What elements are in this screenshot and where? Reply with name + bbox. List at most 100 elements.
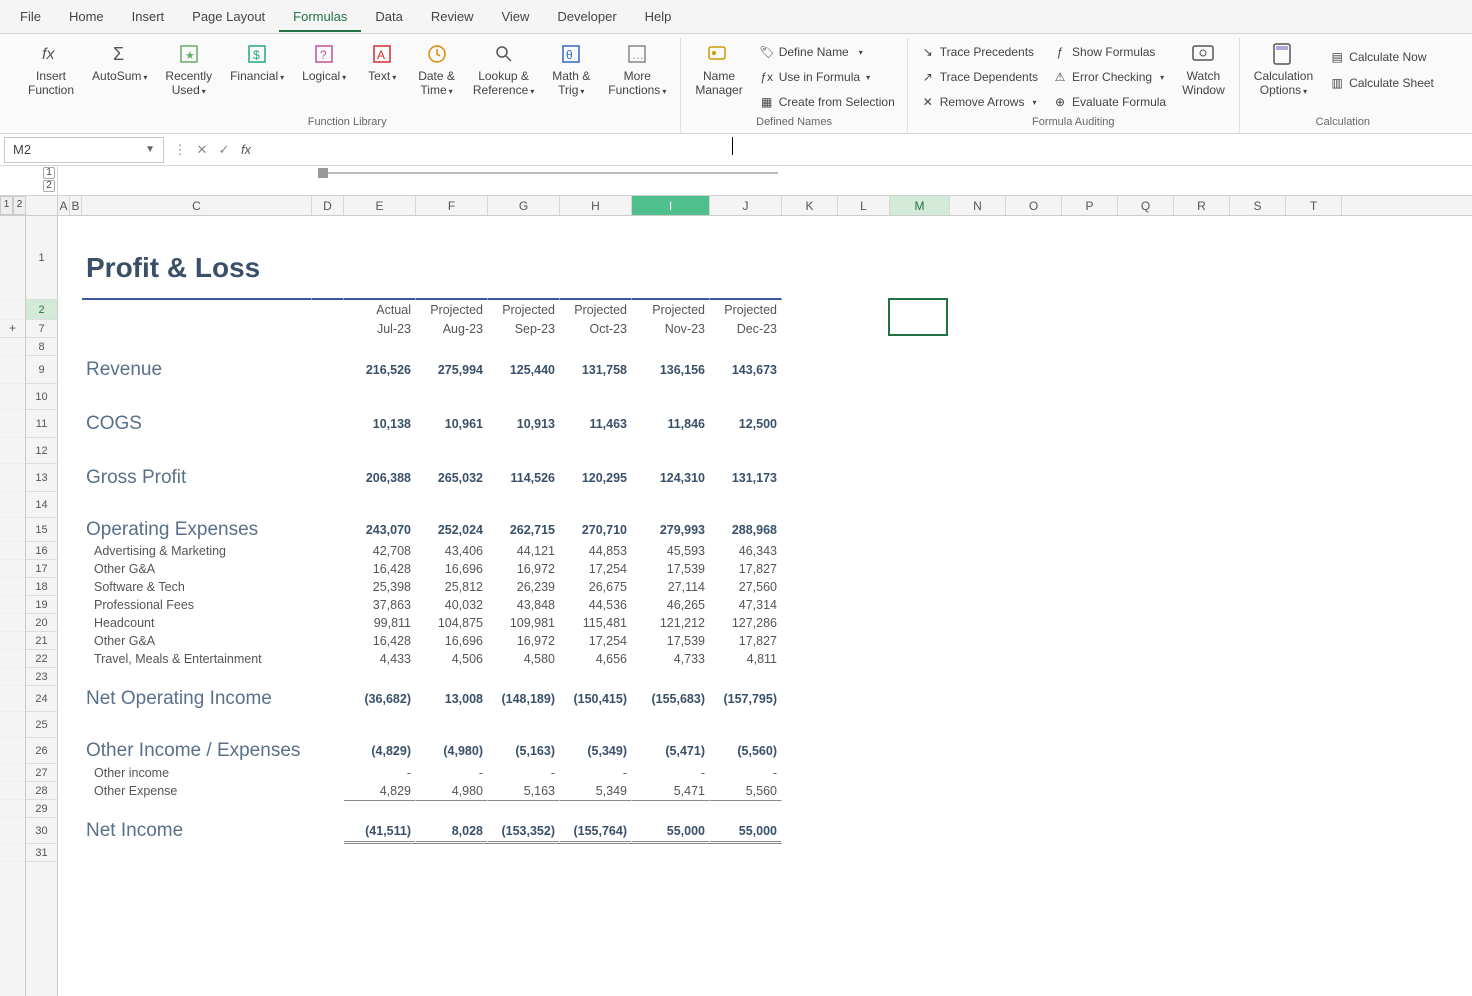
cell-B18[interactable] (70, 578, 82, 596)
cell-G9[interactable]: 125,440 (488, 356, 560, 384)
row-header-8[interactable]: 8 (26, 338, 57, 356)
date-time-button[interactable]: Date & Time (410, 38, 463, 100)
col-header-B[interactable]: B (70, 196, 82, 215)
cell-A28[interactable] (58, 782, 70, 800)
cell-B16[interactable] (70, 542, 82, 560)
cell-E7[interactable]: Jul-23 (344, 320, 416, 338)
cell-H7[interactable]: Oct-23 (560, 320, 632, 338)
row-header-23[interactable]: 23 (26, 668, 57, 686)
cell-G15[interactable]: 262,715 (488, 518, 560, 542)
cell-E22[interactable]: 4,433 (344, 650, 416, 668)
cell-B26[interactable] (70, 738, 82, 764)
select-all-corner[interactable] (26, 196, 58, 215)
name-manager-button[interactable]: Name Manager (687, 38, 750, 100)
cell-D22[interactable] (312, 650, 344, 668)
cell-D25[interactable] (312, 712, 344, 738)
menu-formulas[interactable]: Formulas (279, 1, 361, 32)
cell-D17[interactable] (312, 560, 344, 578)
row-header-27[interactable]: 27 (26, 764, 57, 782)
cell-E2[interactable]: Actual (344, 300, 416, 320)
cell-G13[interactable]: 114,526 (488, 464, 560, 492)
cell-H28[interactable]: 5,349 (560, 782, 632, 800)
cell-D13[interactable] (312, 464, 344, 492)
cell-I27[interactable]: - (632, 764, 710, 782)
cell-G8[interactable] (488, 338, 560, 356)
cell-C25[interactable] (82, 712, 312, 738)
row-header-29[interactable]: 29 (26, 800, 57, 818)
cell-B28[interactable] (70, 782, 82, 800)
cell-B13[interactable] (70, 464, 82, 492)
cell-I28[interactable]: 5,471 (632, 782, 710, 800)
cell-J18[interactable]: 27,560 (710, 578, 782, 596)
cell-F2[interactable]: Projected (416, 300, 488, 320)
cell-B20[interactable] (70, 614, 82, 632)
cell-G2[interactable]: Projected (488, 300, 560, 320)
cell-C13[interactable]: Gross Profit (82, 464, 312, 492)
cell-F7[interactable]: Aug-23 (416, 320, 488, 338)
cell-D30[interactable] (312, 818, 344, 844)
cell-A10[interactable] (58, 384, 70, 410)
col-header-O[interactable]: O (1006, 196, 1062, 215)
cell-E1[interactable] (344, 216, 416, 300)
row-outline-2[interactable]: 2 (13, 196, 26, 215)
cell-A25[interactable] (58, 712, 70, 738)
col-header-K[interactable]: K (782, 196, 838, 215)
cell-E19[interactable]: 37,863 (344, 596, 416, 614)
watch-window-button[interactable]: Watch Window (1174, 38, 1233, 100)
cell-H12[interactable] (560, 438, 632, 464)
cell-F23[interactable] (416, 668, 488, 686)
row-header-16[interactable]: 16 (26, 542, 57, 560)
cell-B30[interactable] (70, 818, 82, 844)
cell-I19[interactable]: 46,265 (632, 596, 710, 614)
cell-A9[interactable] (58, 356, 70, 384)
cell-D19[interactable] (312, 596, 344, 614)
cell-I20[interactable]: 121,212 (632, 614, 710, 632)
cell-E23[interactable] (344, 668, 416, 686)
menu-review[interactable]: Review (417, 1, 488, 32)
error-checking-button[interactable]: ⚠Error Checking▾ (1046, 65, 1172, 89)
cell-E16[interactable]: 42,708 (344, 542, 416, 560)
cell-G16[interactable]: 44,121 (488, 542, 560, 560)
cell-C20[interactable]: Headcount (82, 614, 312, 632)
row-header-20[interactable]: 20 (26, 614, 57, 632)
cell-J13[interactable]: 131,173 (710, 464, 782, 492)
autosum-button[interactable]: Σ AutoSum (84, 38, 155, 86)
cell-E18[interactable]: 25,398 (344, 578, 416, 596)
logical-button[interactable]: ? Logical (294, 38, 354, 86)
row-header-21[interactable]: 21 (26, 632, 57, 650)
remove-arrows-button[interactable]: ✕Remove Arrows▾ (914, 90, 1044, 114)
cell-I15[interactable]: 279,993 (632, 518, 710, 542)
col-header-Q[interactable]: Q (1118, 196, 1174, 215)
cell-J20[interactable]: 127,286 (710, 614, 782, 632)
cell-C8[interactable] (82, 338, 312, 356)
row-header-30[interactable]: 30 (26, 818, 57, 844)
row-header-24[interactable]: 24 (26, 686, 57, 712)
cell-F9[interactable]: 275,994 (416, 356, 488, 384)
cell-D28[interactable] (312, 782, 344, 800)
cell-G26[interactable]: (5,163) (488, 738, 560, 764)
cell-F10[interactable] (416, 384, 488, 410)
outline-level-1[interactable]: 1 (43, 167, 55, 179)
cell-E11[interactable]: 10,138 (344, 410, 416, 438)
cell-E8[interactable] (344, 338, 416, 356)
cell-G11[interactable]: 10,913 (488, 410, 560, 438)
show-formulas-button[interactable]: ƒShow Formulas (1046, 40, 1172, 64)
col-header-T[interactable]: T (1286, 196, 1342, 215)
cell-H1[interactable] (560, 216, 632, 300)
cell-F20[interactable]: 104,875 (416, 614, 488, 632)
cell-C12[interactable] (82, 438, 312, 464)
cell-C24[interactable]: Net Operating Income (82, 686, 312, 712)
cell-B22[interactable] (70, 650, 82, 668)
cell-G12[interactable] (488, 438, 560, 464)
cell-E24[interactable]: (36,682) (344, 686, 416, 712)
cell-H22[interactable]: 4,656 (560, 650, 632, 668)
cell-C18[interactable]: Software & Tech (82, 578, 312, 596)
cell-H8[interactable] (560, 338, 632, 356)
cell-G18[interactable]: 26,239 (488, 578, 560, 596)
cell-A17[interactable] (58, 560, 70, 578)
cell-H11[interactable]: 11,463 (560, 410, 632, 438)
cell-C7[interactable] (82, 320, 312, 338)
row-header-15[interactable]: 15 (26, 518, 57, 542)
cell-G31[interactable] (488, 844, 560, 862)
menu-help[interactable]: Help (631, 1, 686, 32)
